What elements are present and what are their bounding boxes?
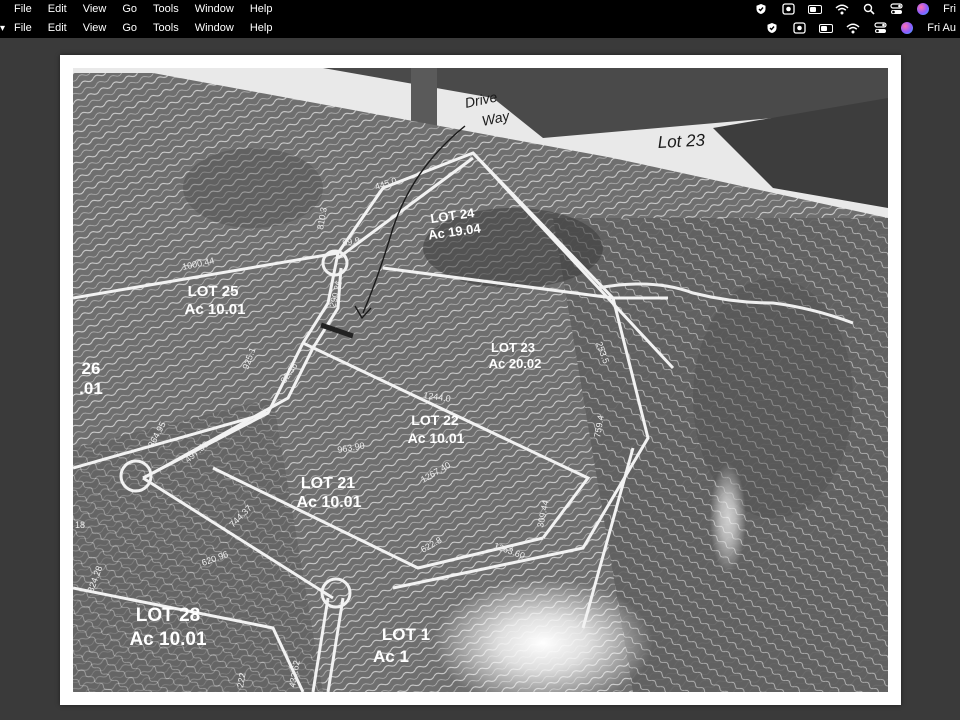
menu-tools[interactable]: Tools bbox=[145, 22, 187, 34]
menu-edit[interactable]: Edit bbox=[40, 3, 75, 15]
menu-edit[interactable]: Edit bbox=[40, 22, 75, 34]
menu-view[interactable]: View bbox=[75, 3, 115, 15]
lot-label: LOT 22 bbox=[411, 412, 459, 428]
status-area: Fri bbox=[754, 0, 960, 18]
clock[interactable]: Fri Au bbox=[927, 22, 956, 34]
wifi-icon[interactable] bbox=[846, 22, 860, 34]
menu-window[interactable]: Window bbox=[187, 22, 242, 34]
lot-area: Ac 10.01 bbox=[129, 629, 207, 650]
survey-map: LOT 24 Ac 19.04 LOT 25 Ac 10.01 LOT 23 A… bbox=[73, 68, 888, 692]
menu-go[interactable]: Go bbox=[114, 3, 145, 15]
screen-record-icon[interactable] bbox=[792, 22, 806, 34]
menu-bar-second: ▾ File Edit View Go Tools Window Help Fr… bbox=[0, 18, 960, 38]
menu-help[interactable]: Help bbox=[242, 22, 281, 34]
lot-label: LOT 21 bbox=[301, 475, 355, 492]
menu-list-second: File Edit View Go Tools Window Help bbox=[6, 22, 280, 34]
clock[interactable]: Fri bbox=[943, 3, 956, 15]
menu-go[interactable]: Go bbox=[114, 22, 145, 34]
control-center-icon[interactable] bbox=[873, 22, 887, 34]
document-page: LOT 24 Ac 19.04 LOT 25 Ac 10.01 LOT 23 A… bbox=[60, 55, 901, 705]
menu-window[interactable]: Window bbox=[187, 3, 242, 15]
lot-label: LOT 1 bbox=[382, 625, 430, 644]
status-area-second: Fri Au bbox=[765, 18, 960, 38]
screen-record-icon[interactable] bbox=[781, 3, 795, 15]
battery-icon[interactable] bbox=[808, 3, 823, 15]
handwritten-lot-23: Lot 23 bbox=[657, 131, 706, 152]
siri-icon[interactable] bbox=[916, 3, 930, 15]
dimension-label: 18 bbox=[75, 520, 85, 530]
battery-icon[interactable] bbox=[819, 22, 834, 34]
lot-label: LOT 28 bbox=[136, 605, 200, 626]
photo-glare bbox=[710, 463, 746, 573]
shield-icon[interactable] bbox=[765, 22, 779, 34]
control-center-icon[interactable] bbox=[889, 3, 903, 15]
lot-area: .01 bbox=[79, 379, 103, 398]
shield-icon[interactable] bbox=[754, 3, 768, 15]
lot-area: Ac 20.02 bbox=[489, 356, 542, 371]
lot-area: Ac 10.01 bbox=[408, 430, 465, 446]
lot-label: 26 bbox=[82, 359, 101, 378]
lot-area: Ac 10.01 bbox=[185, 301, 246, 318]
siri-icon[interactable] bbox=[900, 22, 914, 34]
search-icon[interactable] bbox=[862, 3, 876, 15]
menu-file[interactable]: File bbox=[6, 22, 40, 34]
lot-label: LOT 23 bbox=[491, 340, 535, 355]
menu-help[interactable]: Help bbox=[242, 3, 281, 15]
lot-area: Ac 10.01 bbox=[297, 494, 362, 511]
lot-label: LOT 25 bbox=[188, 283, 239, 300]
menu-list: File Edit View Go Tools Window Help bbox=[6, 3, 280, 15]
menu-tools[interactable]: Tools bbox=[145, 3, 187, 15]
menu-file[interactable]: File bbox=[6, 3, 40, 15]
survey-map-photo: LOT 24 Ac 19.04 LOT 25 Ac 10.01 LOT 23 A… bbox=[73, 68, 888, 692]
dark-patch bbox=[183, 148, 323, 228]
lot-area: Ac 1 bbox=[373, 647, 409, 666]
menu-bar-top: File Edit View Go Tools Window Help Fri bbox=[0, 0, 960, 18]
menu-view[interactable]: View bbox=[75, 22, 115, 34]
wifi-icon[interactable] bbox=[835, 3, 849, 15]
